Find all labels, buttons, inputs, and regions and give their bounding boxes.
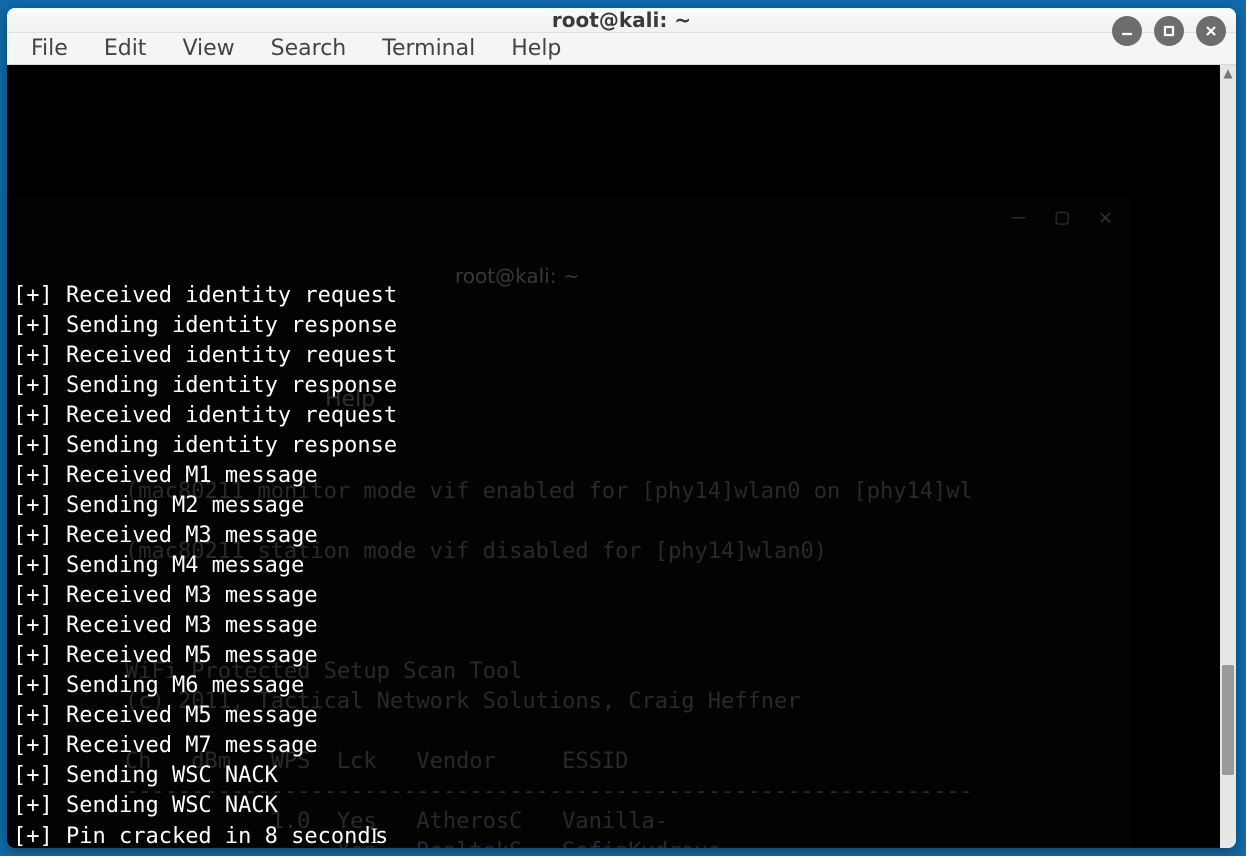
line-prefix: [+]: [13, 733, 66, 758]
minimize-icon: [1120, 24, 1134, 38]
output-line: [+] Received M5 message: [13, 641, 1220, 671]
line-text: Received identity request: [66, 283, 397, 308]
output-line: [+] Sending identity response: [13, 371, 1220, 401]
output-line: [+] Sending WSC NACK: [13, 791, 1220, 821]
line-text: Pin cracked in 8 second: [66, 824, 371, 848]
output-line: [+] Received M3 message: [13, 581, 1220, 611]
vertical-scrollbar[interactable]: ▲: [1220, 65, 1236, 848]
line-prefix: [+]: [13, 793, 66, 818]
line-text: Sending WSC NACK: [66, 763, 278, 788]
line-text: Sending WSC NACK: [66, 793, 278, 818]
line-prefix: [+]: [13, 313, 66, 338]
background-minimize-icon: —: [1012, 203, 1025, 233]
maximize-icon: [1162, 24, 1176, 38]
output-line: [+] Received M1 message: [13, 461, 1220, 491]
line-text: Sending M2 message: [66, 493, 304, 518]
line-prefix: [+]: [13, 373, 66, 398]
menu-terminal[interactable]: Terminal: [364, 33, 493, 64]
background-maximize-icon: ▢: [1056, 203, 1069, 233]
output-line: [+] Received M3 message: [13, 521, 1220, 551]
line-text-tail: s: [375, 824, 388, 848]
line-prefix: [+]: [13, 403, 66, 428]
output-line: [+] Sending M2 message: [13, 491, 1220, 521]
line-text: Received M3 message: [66, 583, 318, 608]
menu-help[interactable]: Help: [493, 33, 579, 64]
line-text: Sending M4 message: [66, 553, 304, 578]
output-line: [+] Sending WSC NACK: [13, 761, 1220, 791]
window-controls: [1112, 16, 1226, 46]
menu-edit[interactable]: Edit: [86, 33, 165, 64]
background-close-icon: ✕: [1099, 203, 1112, 233]
line-prefix: [+]: [13, 613, 66, 638]
scroll-up-arrow-icon[interactable]: ▲: [1220, 65, 1236, 81]
line-prefix: [+]: [13, 553, 66, 578]
line-text: Received M7 message: [66, 733, 318, 758]
menu-search[interactable]: Search: [253, 33, 365, 64]
line-text: Received identity request: [66, 403, 397, 428]
line-text: Received M3 message: [66, 613, 318, 638]
terminal-area: root@kali: ~ — ▢ ✕ Help (mac80211 monito…: [7, 65, 1236, 848]
line-text: Received identity request: [66, 343, 397, 368]
line-text: Received M1 message: [66, 463, 318, 488]
output-line: [+] Sending identity response: [13, 311, 1220, 341]
line-text: Received M3 message: [66, 523, 318, 548]
line-prefix: [+]: [13, 463, 66, 488]
output-line: [+] Received M5 message: [13, 701, 1220, 731]
terminal-output: [+] Received identity request[+] Sending…: [13, 281, 1220, 848]
line-prefix: [+]: [13, 703, 66, 728]
line-text: Sending identity response: [66, 373, 397, 398]
line-prefix: [+]: [13, 283, 66, 308]
scrollbar-thumb[interactable]: [1222, 665, 1234, 775]
line-prefix: [+]: [13, 763, 66, 788]
line-prefix: [+]: [13, 433, 66, 458]
maximize-button[interactable]: [1154, 16, 1184, 46]
output-line: [+] Received identity request: [13, 341, 1220, 371]
output-line: [+] Received identity request: [13, 281, 1220, 311]
output-line: [+] Pin cracked in 8 secondIs: [13, 821, 1220, 848]
output-line: [+] Received M3 message: [13, 611, 1220, 641]
line-prefix: [+]: [13, 673, 66, 698]
minimize-button[interactable]: [1112, 16, 1142, 46]
output-line: [+] Received identity request: [13, 401, 1220, 431]
line-text: Sending identity response: [66, 433, 397, 458]
line-prefix: [+]: [13, 493, 66, 518]
window-title: root@kali: ~: [552, 8, 691, 32]
menubar: File Edit View Search Terminal Help: [7, 33, 1236, 65]
line-prefix: [+]: [13, 343, 66, 368]
output-line: [+] Sending M6 message: [13, 671, 1220, 701]
close-button[interactable]: [1196, 16, 1226, 46]
line-prefix: [+]: [13, 643, 66, 668]
line-prefix: [+]: [13, 824, 66, 848]
line-text: Sending identity response: [66, 313, 397, 338]
line-text: Received M5 message: [66, 643, 318, 668]
terminal-window: root@kali: ~ File Edit View Search Termi…: [7, 8, 1236, 848]
menu-file[interactable]: File: [13, 33, 86, 64]
line-prefix: [+]: [13, 583, 66, 608]
titlebar: root@kali: ~: [7, 8, 1236, 33]
output-line: [+] Sending identity response: [13, 431, 1220, 461]
line-text: Sending M6 message: [66, 673, 304, 698]
output-line: [+] Sending M4 message: [13, 551, 1220, 581]
terminal[interactable]: root@kali: ~ — ▢ ✕ Help (mac80211 monito…: [7, 65, 1220, 848]
menu-view[interactable]: View: [164, 33, 252, 64]
line-text: Received M5 message: [66, 703, 318, 728]
close-icon: [1204, 24, 1218, 38]
output-line: [+] Received M7 message: [13, 731, 1220, 761]
line-prefix: [+]: [13, 523, 66, 548]
